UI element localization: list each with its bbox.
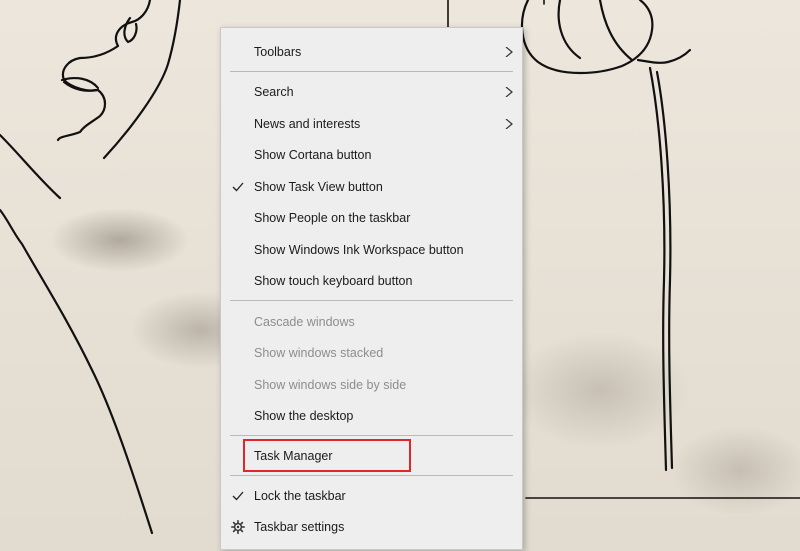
chevron-right-icon [505,87,513,97]
checkmark-icon [232,182,244,192]
menu-item-label: News and interests [254,117,361,131]
menu-item-show-windows-ink[interactable]: Show Windows Ink Workspace button [221,236,522,264]
menu-item-toolbars[interactable]: Toolbars [221,38,522,66]
chevron-right-icon [505,47,513,57]
menu-item-cascade-windows: Cascade windows [221,308,522,336]
menu-item-label: Show People on the taskbar [254,211,411,225]
menu-item-label: Lock the taskbar [254,489,346,503]
menu-item-lock-the-taskbar[interactable]: Lock the taskbar [221,482,522,510]
menu-item-show-windows-stacked: Show windows stacked [221,339,522,367]
menu-item-label: Taskbar settings [254,520,345,534]
task-manager-highlight-box [243,439,411,472]
gear-icon [231,520,245,534]
menu-separator [230,435,513,436]
menu-item-label: Show Cortana button [254,148,372,162]
menu-item-label: Cascade windows [254,315,355,329]
menu-item-show-the-desktop[interactable]: Show the desktop [221,402,522,430]
menu-separator [230,71,513,72]
menu-item-show-windows-side-by-side: Show windows side by side [221,371,522,399]
menu-item-show-task-view-button[interactable]: Show Task View button [221,173,522,201]
chevron-right-icon [505,119,513,129]
menu-item-show-cortana-button[interactable]: Show Cortana button [221,141,522,169]
menu-item-show-people[interactable]: Show People on the taskbar [221,204,522,232]
menu-item-taskbar-settings[interactable]: Taskbar settings [221,513,522,541]
menu-item-label: Show Windows Ink Workspace button [254,243,464,257]
menu-item-label: Search [254,85,294,99]
menu-item-show-touch-keyboard[interactable]: Show touch keyboard button [221,267,522,295]
checkmark-icon [232,491,244,501]
menu-item-news-and-interests[interactable]: News and interests [221,110,522,138]
menu-item-label: Toolbars [254,45,302,59]
menu-separator [230,300,513,301]
menu-item-search[interactable]: Search [221,78,522,106]
menu-separator [230,475,513,476]
menu-item-label: Show windows side by side [254,378,407,392]
menu-item-label: Show touch keyboard button [254,274,413,288]
menu-item-label: Show windows stacked [254,346,384,360]
menu-item-label: Show Task View button [254,180,383,194]
menu-item-label: Show the desktop [254,409,354,423]
